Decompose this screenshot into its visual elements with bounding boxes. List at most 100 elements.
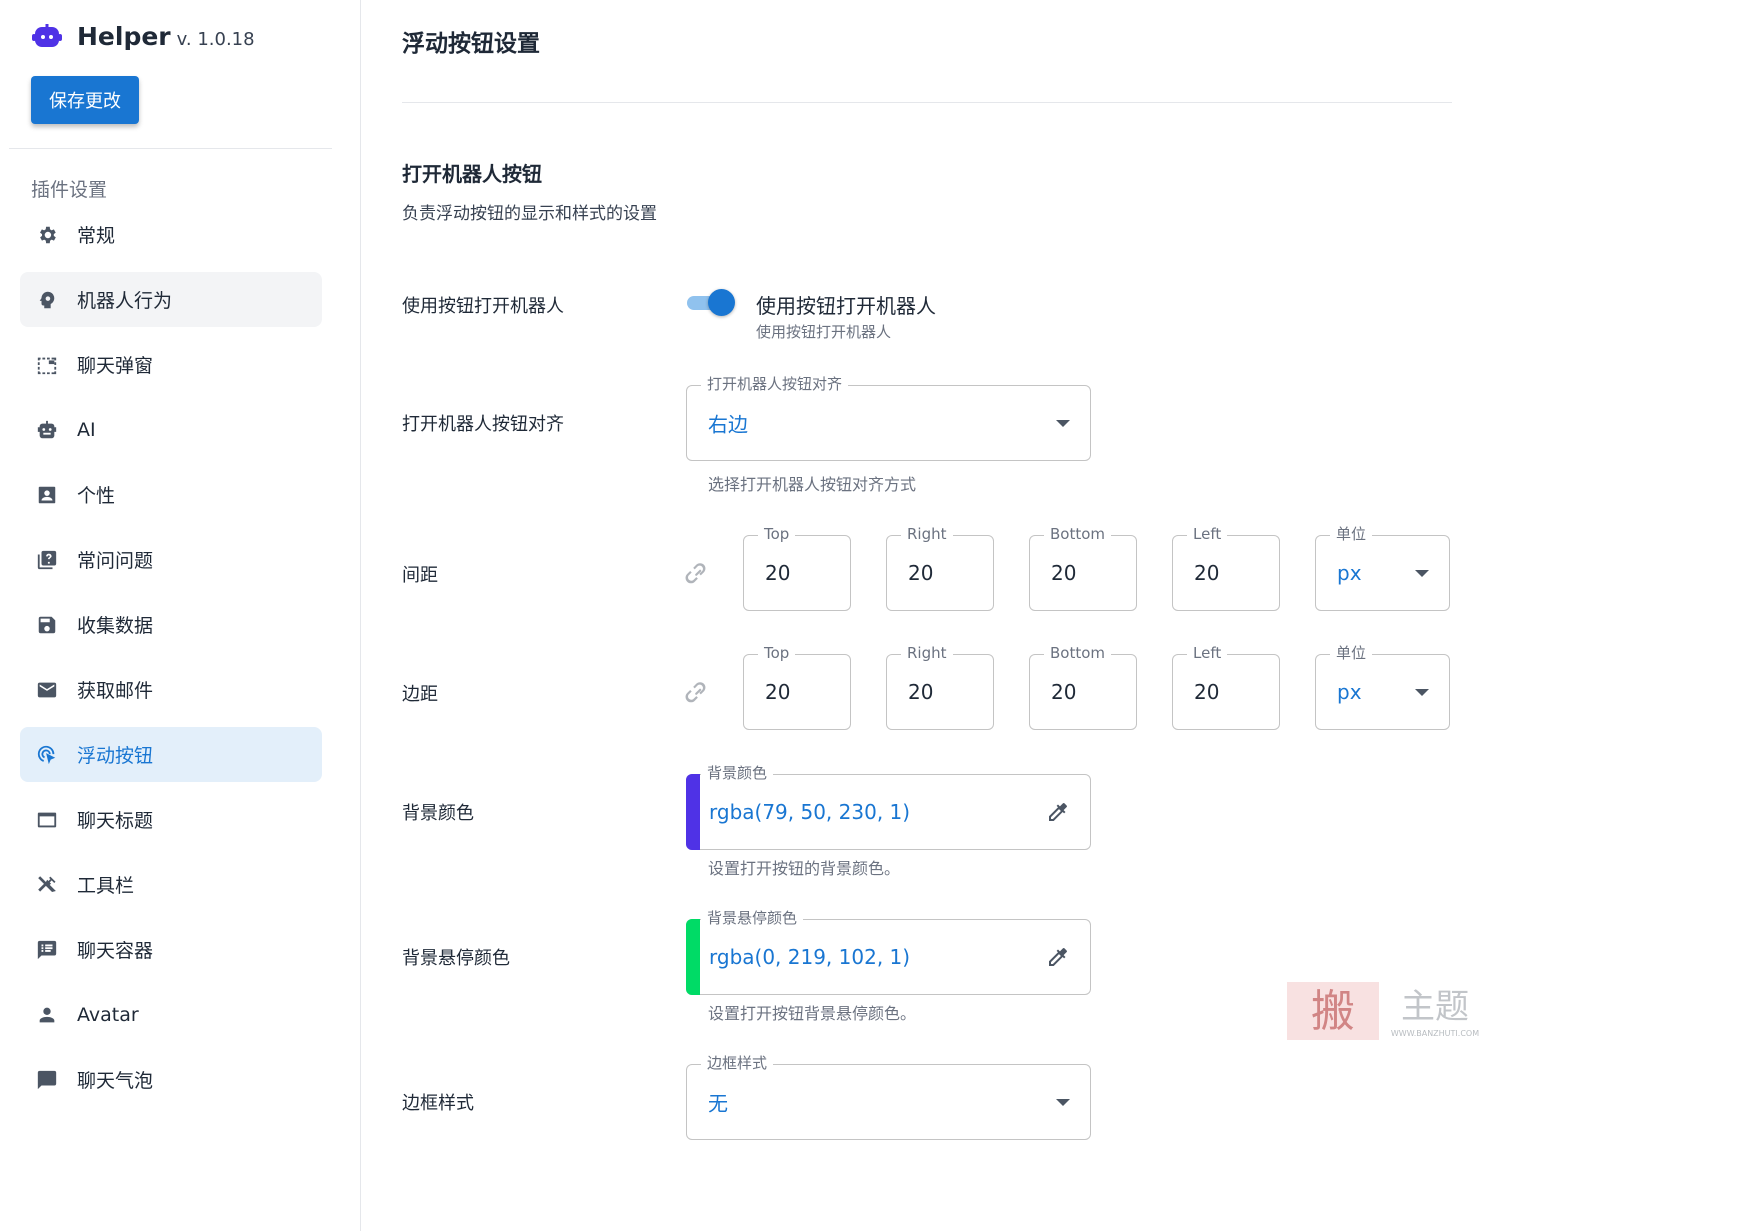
chat-list-icon [35, 938, 59, 962]
sidebar-item-floating-button[interactable]: 浮动按钮 [20, 727, 322, 782]
padding-right-legend: Right [901, 524, 953, 544]
sidebar-item-label: 机器人行为 [77, 290, 173, 312]
padding-top-legend: Top [758, 524, 796, 544]
border-style-select[interactable]: 边框样式 无 [686, 1053, 1091, 1140]
margin-bottom-input[interactable]: Bottom 20 [1029, 643, 1137, 730]
robot-logo-icon [32, 24, 62, 47]
padding-left-input[interactable]: Left 20 [1172, 524, 1280, 611]
eyedropper-icon[interactable] [1046, 800, 1070, 824]
sidebar-item-general[interactable]: 常规 [20, 207, 322, 262]
padding-bottom-value: 20 [1051, 561, 1077, 585]
tools-icon [35, 873, 59, 897]
chat-bubble-icon [35, 1068, 59, 1092]
use-button-label: 使用按钮打开机器人 [402, 296, 564, 317]
sidebar-item-ai[interactable]: AI [20, 402, 322, 457]
sidebar-item-avatar[interactable]: Avatar [20, 987, 322, 1042]
padding-bottom-input[interactable]: Bottom 20 [1029, 524, 1137, 611]
sidebar-item-label: AI [77, 418, 96, 441]
alignment-select-legend: 打开机器人按钮对齐 [701, 374, 849, 394]
padding-unit-legend: 单位 [1330, 524, 1373, 544]
sidebar-item-get-email[interactable]: 获取邮件 [20, 662, 322, 717]
use-button-switch[interactable] [685, 288, 737, 318]
alignment-label: 打开机器人按钮对齐 [402, 414, 564, 435]
bg-color-label: 背景颜色 [402, 803, 474, 824]
sidebar-nav: 常规 机器人行为 聊天弹窗 AI 个性 常问问题 收集数据 获取邮件 浮动按钮 … [20, 207, 322, 1117]
chevron-down-icon [1415, 689, 1429, 696]
sidebar-item-label: 工具栏 [77, 875, 135, 897]
padding-top-value: 20 [765, 561, 791, 585]
brain-icon [35, 288, 59, 312]
sidebar-item-bot-behavior[interactable]: 机器人行为 [20, 272, 322, 327]
link-icon[interactable] [684, 680, 710, 706]
padding-top-input[interactable]: Top 20 [743, 524, 851, 611]
sidebar-item-label: 常问问题 [77, 550, 154, 572]
dashed-window-icon [35, 353, 59, 377]
sidebar-item-label: 常规 [77, 225, 116, 247]
bg-color-swatch [686, 774, 700, 850]
sidebar-item-label: 聊天弹窗 [77, 355, 154, 377]
cursor-click-icon [35, 743, 59, 767]
sidebar-item-chat-container[interactable]: 聊天容器 [20, 922, 322, 977]
link-icon[interactable] [684, 561, 710, 587]
sidebar-item-chat-bubble[interactable]: 聊天气泡 [20, 1052, 322, 1107]
sidebar-item-chat-popup[interactable]: 聊天弹窗 [20, 337, 322, 392]
settings-main: 浮动按钮设置 打开机器人按钮 负责浮动按钮的显示和样式的设置 使用按钮打开机器人… [362, 0, 1739, 1231]
sidebar-item-label: 个性 [77, 485, 116, 507]
sidebar: Helper v. 1.0.18 保存更改 插件设置 常规 机器人行为 聊天弹窗… [0, 0, 361, 1231]
save-changes-button[interactable]: 保存更改 [31, 76, 139, 124]
svg-text:搬: 搬 [1311, 986, 1355, 1037]
bg-color-hint: 设置打开按钮的背景颜色。 [708, 859, 901, 878]
margin-right-input[interactable]: Right 20 [886, 643, 994, 730]
padding-unit-value: px [1337, 561, 1362, 585]
sidebar-item-toolbar[interactable]: 工具栏 [20, 857, 322, 912]
alignment-select[interactable]: 打开机器人按钮对齐 右边 [686, 374, 1091, 461]
sidebar-item-faq[interactable]: 常问问题 [20, 532, 322, 587]
brand-version: v. 1.0.18 [176, 29, 255, 50]
chevron-down-icon [1415, 570, 1429, 577]
margin-top-legend: Top [758, 643, 796, 663]
margin-unit-select[interactable]: 单位 px [1315, 643, 1450, 730]
margin-bottom-legend: Bottom [1044, 643, 1112, 663]
margin-bottom-value: 20 [1051, 680, 1077, 704]
bg-color-input[interactable]: 背景颜色 rgba(79, 50, 230, 1) [686, 763, 1091, 850]
padding-left-value: 20 [1194, 561, 1220, 585]
watermark-seal-icon: 搬 主题 WWW.BANZHUTI.COM [1287, 982, 1479, 1040]
bg-hover-color-hint: 设置打开按钮背景悬停颜色。 [708, 1004, 917, 1023]
sidebar-item-label: 浮动按钮 [77, 745, 154, 767]
sidebar-item-label: 聊天标题 [77, 810, 154, 832]
margin-label: 边距 [402, 684, 438, 705]
margin-unit-value: px [1337, 680, 1362, 704]
switch-knob [708, 289, 735, 316]
sidebar-item-personality[interactable]: 个性 [20, 467, 322, 522]
quiz-icon [35, 548, 59, 572]
title-divider [402, 102, 1452, 103]
border-style-legend: 边框样式 [701, 1053, 774, 1073]
sidebar-divider [9, 148, 332, 149]
chevron-down-icon [1056, 420, 1070, 427]
section-description: 负责浮动按钮的显示和样式的设置 [402, 204, 657, 224]
save-disk-icon [35, 613, 59, 637]
chevron-down-icon [1056, 1099, 1070, 1106]
padding-right-input[interactable]: Right 20 [886, 524, 994, 611]
sidebar-item-chat-header[interactable]: 聊天标题 [20, 792, 322, 847]
mail-icon [35, 678, 59, 702]
sidebar-item-label: 聊天容器 [77, 940, 154, 962]
padding-bottom-legend: Bottom [1044, 524, 1112, 544]
padding-left-legend: Left [1187, 524, 1228, 544]
bg-hover-color-input[interactable]: 背景悬停颜色 rgba(0, 219, 102, 1) [686, 908, 1091, 995]
bg-hover-color-value: rgba(0, 219, 102, 1) [709, 945, 911, 969]
watermark-text: 主题 [1401, 987, 1469, 1027]
margin-right-value: 20 [908, 680, 934, 704]
sidebar-item-collect-data[interactable]: 收集数据 [20, 597, 322, 652]
margin-left-input[interactable]: Left 20 [1172, 643, 1280, 730]
eyedropper-icon[interactable] [1046, 945, 1070, 969]
padding-unit-select[interactable]: 单位 px [1315, 524, 1450, 611]
alignment-hint: 选择打开机器人按钮对齐方式 [708, 475, 917, 494]
margin-top-value: 20 [765, 680, 791, 704]
contact-card-icon [35, 483, 59, 507]
margin-right-legend: Right [901, 643, 953, 663]
margin-top-input[interactable]: Top 20 [743, 643, 851, 730]
sidebar-item-label: 收集数据 [77, 615, 154, 637]
use-button-switch-hint: 使用按钮打开机器人 [756, 323, 892, 341]
sidebar-item-label: Avatar [77, 1003, 139, 1026]
